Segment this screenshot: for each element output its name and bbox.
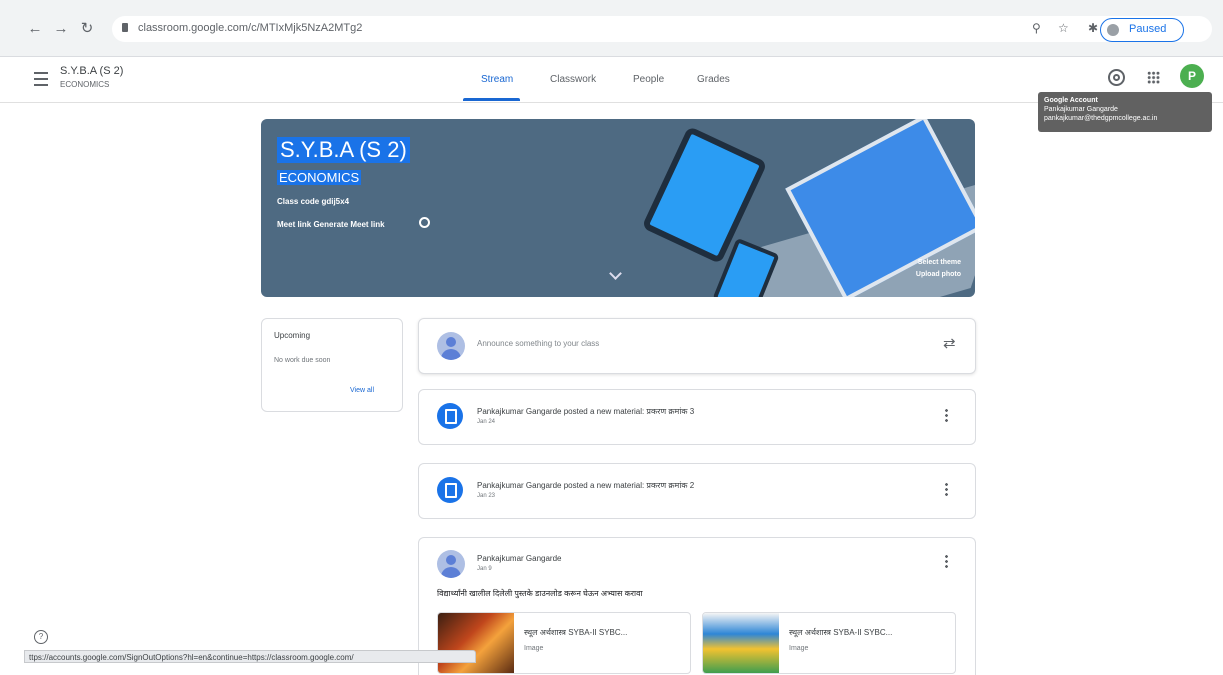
material-icon [437, 477, 463, 503]
profile-paused-button[interactable]: Paused [1100, 18, 1184, 42]
browser-toolbar: ← → ↻ classroom.google.com/c/MTIxMjk5NzA… [0, 0, 1223, 57]
account-avatar[interactable]: P [1180, 64, 1204, 88]
help-icon[interactable]: ? [34, 630, 48, 644]
tab-grades[interactable]: Grades [697, 74, 730, 85]
settings-gear-icon[interactable] [1108, 69, 1125, 86]
address-bar[interactable]: classroom.google.com/c/MTIxMjk5NzA2MTg2 … [112, 16, 1212, 42]
attachment-title[interactable]: स्थूल अर्थशास्त्र SYBA-II SYBC... [524, 627, 627, 638]
author-avatar-icon [437, 550, 465, 578]
chevron-down-icon[interactable] [609, 267, 622, 280]
stream-post[interactable]: Pankajkumar Gangarde posted a new materi… [418, 389, 976, 445]
google-apps-icon[interactable] [1147, 71, 1160, 84]
attachment-title[interactable]: स्थूल अर्थशास्त्र SYBA-II SYBC... [789, 627, 892, 638]
class-subtitle: ECONOMICS [60, 80, 110, 89]
post-date: Jan 23 [477, 493, 496, 499]
status-bar-url: ttps://accounts.google.com/SignOutOption… [24, 650, 476, 663]
upcoming-body: No work due soon [274, 357, 331, 364]
active-tab-indicator [463, 98, 520, 101]
attachment-type: Image [789, 645, 809, 652]
view-all-link[interactable]: View all [350, 387, 374, 394]
select-theme-link[interactable]: Select theme [895, 257, 961, 269]
banner-class-title: S.Y.B.A (S 2) [277, 137, 410, 163]
more-options-icon[interactable] [945, 554, 948, 568]
account-tooltip: Google Account Pankajkumar Gangarde pank… [1038, 92, 1212, 132]
tab-classwork[interactable]: Classwork [550, 74, 596, 85]
class-title[interactable]: S.Y.B.A (S 2) [60, 65, 123, 77]
user-avatar-icon [437, 332, 465, 360]
tooltip-name: Pankajkumar Gangarde [1044, 106, 1118, 113]
author-name: Pankajkumar Gangarde [477, 554, 562, 563]
refresh-icon[interactable] [419, 217, 430, 228]
more-options-icon[interactable] [945, 482, 948, 496]
main-menu-icon[interactable] [34, 72, 48, 86]
upcoming-card: Upcoming No work due soon View all [261, 318, 403, 412]
zoom-icon[interactable]: ⚲ [1032, 21, 1041, 35]
class-code[interactable]: Class code gdij5x4 [277, 197, 349, 206]
upload-photo-link[interactable]: Upload photo [895, 269, 961, 281]
post-text[interactable]: Pankajkumar Gangarde posted a new materi… [477, 480, 694, 491]
extensions-icon[interactable]: ✱ [1088, 21, 1098, 35]
tooltip-title: Google Account [1044, 97, 1098, 104]
tab-stream[interactable]: Stream [481, 74, 513, 85]
post-date: Jan 9 [477, 566, 492, 572]
lock-icon [122, 23, 128, 32]
material-icon [437, 403, 463, 429]
more-options-icon[interactable] [945, 408, 948, 422]
announce-box[interactable]: Announce something to your class ⇄ [418, 318, 976, 374]
forward-arrow-icon[interactable]: → [50, 18, 72, 40]
upcoming-title: Upcoming [274, 331, 311, 340]
banner-actions: Select theme Upload photo [895, 257, 961, 281]
post-text[interactable]: Pankajkumar Gangarde posted a new materi… [477, 406, 694, 417]
post-date: Jan 24 [477, 419, 496, 425]
attachment-card[interactable]: स्थूल अर्थशास्त्र SYBA-II SYBC... Image [702, 612, 956, 674]
attachment-thumbnail [438, 613, 514, 673]
tooltip-email: pankajkumar@thedgpmcollege.ac.in [1044, 115, 1158, 122]
stream-announcement: Pankajkumar Gangarde Jan 9 विद्यार्थ्यां… [418, 537, 976, 675]
url-text: classroom.google.com/c/MTIxMjk5NzA2MTg2 [138, 22, 363, 34]
stream-post[interactable]: Pankajkumar Gangarde posted a new materi… [418, 463, 976, 519]
announce-placeholder[interactable]: Announce something to your class [477, 339, 599, 348]
meet-link[interactable]: Meet link Generate Meet link [277, 220, 385, 229]
repost-swap-icon[interactable]: ⇄ [943, 334, 956, 352]
profile-avatar-icon [1107, 24, 1119, 36]
reload-icon[interactable]: ↻ [76, 18, 98, 40]
class-banner: S.Y.B.A (S 2) ECONOMICS Class code gdij5… [261, 119, 975, 297]
attachment-type: Image [524, 645, 544, 652]
attachment-card[interactable]: स्थूल अर्थशास्त्र SYBA-II SYBC... Image [437, 612, 691, 674]
paused-label: Paused [1129, 23, 1167, 35]
banner-subject: ECONOMICS [277, 170, 362, 185]
back-arrow-icon[interactable]: ← [24, 18, 46, 40]
bookmark-star-icon[interactable]: ☆ [1058, 21, 1069, 35]
attachment-thumbnail [703, 613, 779, 673]
tab-people[interactable]: People [633, 74, 664, 85]
announcement-body: विद्यार्थ्यांनी खालील दिलेली पुस्तके डाउ… [437, 589, 643, 598]
